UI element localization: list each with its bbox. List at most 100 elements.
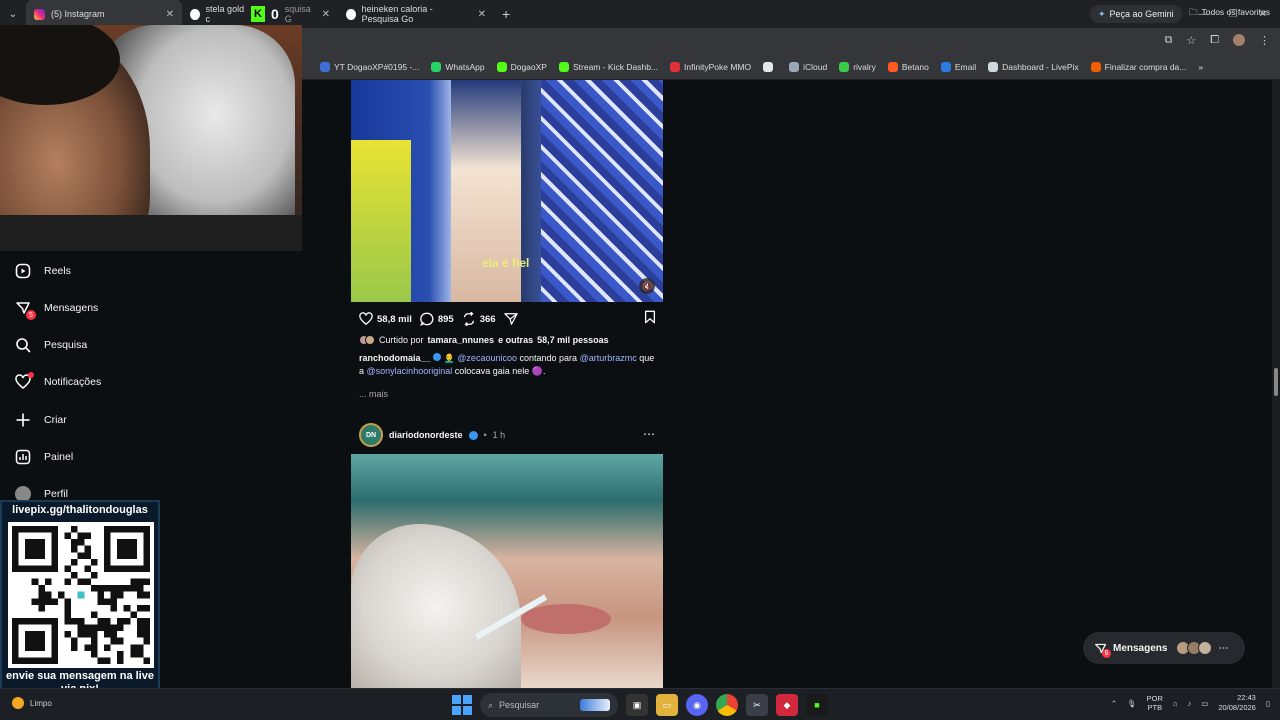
bookmark-item[interactable]: DogaoXP <box>496 61 547 72</box>
kick-app-icon[interactable]: ■ <box>806 694 828 716</box>
post-time: 1 h <box>492 430 506 440</box>
liked-count-link[interactable]: 58,7 mil pessoas <box>537 335 609 345</box>
post-header: DN diariodonordeste • 1 h ⋯ <box>359 423 659 447</box>
bookmark-item[interactable]: Finalizar compra da... <box>1090 61 1186 72</box>
battery-icon[interactable]: ▭ <box>1201 699 1208 708</box>
like-button[interactable]: 58,8 mil <box>359 312 412 326</box>
sidebar-item-label: Mensagens <box>44 302 99 314</box>
sidebar-item-mensagens[interactable]: 5 Mensagens <box>14 299 99 320</box>
profile-avatar[interactable] <box>1233 34 1245 46</box>
bookmark-item[interactable]: YT DogaoXP#0195 -... <box>320 61 419 72</box>
post-video[interactable]: ela é fiel 🔇 <box>351 80 663 302</box>
all-bookmarks-label: Todos os favoritos <box>1201 7 1270 17</box>
clock[interactable]: 22:43 20/08/2026 <box>1218 693 1256 713</box>
post-image[interactable] <box>351 454 663 688</box>
gemini-icon: ✦ <box>1098 8 1106 19</box>
bookmark-item[interactable]: rivalry <box>839 61 876 72</box>
system-tray: ⌃ 🎙 POR PTB ⌂ ♪ ▭ 22:43 20/08/2026 ▯ <box>1111 693 1270 713</box>
post-author-link[interactable]: ranchodomaia__ <box>359 353 431 363</box>
bookmark-favicon-icon <box>558 61 569 72</box>
liked-user-link[interactable]: tamara_nnunes <box>428 335 495 345</box>
menu-icon[interactable]: ⋮ <box>1259 34 1270 47</box>
bookmark-item[interactable]: Betano <box>887 61 929 72</box>
close-icon[interactable]: ✕ <box>166 9 174 20</box>
extensions-icon[interactable]: ⧠ <box>1210 34 1219 47</box>
network-icon[interactable]: ⌂ <box>1173 699 1178 708</box>
file-explorer-icon[interactable]: ▭ <box>656 694 678 716</box>
tab-search-button[interactable]: ⌄ <box>0 0 26 28</box>
sidebar-item-notificacoes[interactable]: Notificações <box>14 372 101 391</box>
more-link[interactable]: ... mais <box>359 389 388 399</box>
bookmark-item[interactable] <box>763 61 777 72</box>
kick-overlay-icon: K <box>251 6 265 22</box>
image-lips <box>521 604 611 634</box>
bookmark-favicon-icon <box>887 61 898 72</box>
tab-label: (5) Instagram <box>51 9 105 19</box>
discord-icon[interactable]: ◉ <box>686 694 708 716</box>
like-count: 58,8 mil <box>377 313 412 325</box>
weather-widget[interactable]: Limpo <box>12 697 52 709</box>
language-indicator[interactable]: POR PTB <box>1147 694 1163 712</box>
bookmark-item[interactable]: InfinityPoke MMO <box>670 61 751 72</box>
tab-heineken[interactable]: heineken caloria - Pesquisa Go ✕ <box>338 0 494 28</box>
volume-icon[interactable]: ♪ <box>1187 699 1191 708</box>
sidebar-item-label: Painel <box>44 451 74 463</box>
sidebar-item-painel[interactable]: Painel <box>14 448 73 466</box>
sidebar-item-label: Criar <box>44 414 67 426</box>
gemini-label: Peça ao Gemini <box>1109 9 1174 19</box>
bookmark-item[interactable]: Email <box>940 61 976 72</box>
mute-icon[interactable]: 🔇 <box>639 278 655 294</box>
bookmark-item[interactable]: WhatsApp <box>431 61 485 72</box>
bookmark-item[interactable]: Stream - Kick Dashb... <box>558 61 658 72</box>
all-bookmarks[interactable]: 🗀 Todos os favoritos <box>1189 7 1270 21</box>
notification-badge: 5 <box>1102 649 1111 658</box>
sidebar-item-reels[interactable]: Reels <box>14 262 71 280</box>
caption-text: a <box>359 366 365 376</box>
caption-text: contando para <box>519 353 578 363</box>
bookmark-item[interactable]: iCloud <box>789 61 827 72</box>
gemini-button[interactable]: ✦ Peça ao Gemini <box>1090 5 1182 23</box>
scrollbar[interactable] <box>1272 80 1280 688</box>
mention-link[interactable]: @arturbrazmc <box>580 353 637 363</box>
share-button[interactable] <box>503 312 518 326</box>
tab-instagram[interactable]: (5) Instagram ✕ <box>26 0 182 28</box>
tab-stela-gold[interactable]: stela gold c K 0 squisa G ✕ <box>182 0 338 28</box>
bookmark-item[interactable]: Dashboard - LivePix <box>988 61 1079 72</box>
author-avatar[interactable]: DN <box>359 423 383 447</box>
comment-icon <box>419 312 434 326</box>
search-icon <box>14 336 32 354</box>
microphone-icon[interactable]: 🎙 <box>1127 699 1137 708</box>
screen: ⌄ (5) Instagram ✕ stela gold c K 0 squis… <box>0 0 1280 720</box>
notification-center-icon[interactable]: ▯ <box>1266 699 1270 708</box>
close-icon[interactable]: ✕ <box>478 9 486 20</box>
chrome-icon[interactable] <box>716 694 738 716</box>
floating-messages-button[interactable]: 5 Mensagens ⋯ <box>1083 632 1245 664</box>
post-author-link[interactable]: diariodonordeste <box>389 430 463 440</box>
task-view-icon[interactable]: ▣ <box>626 694 648 716</box>
bookmarks-overflow-button[interactable]: » <box>1198 62 1203 72</box>
sidebar-item-pesquisa[interactable]: Pesquisa <box>14 336 87 354</box>
comment-button[interactable]: 895 <box>419 312 454 326</box>
repost-button[interactable]: 366 <box>462 312 496 326</box>
tab-label-partial: squisa G <box>284 4 311 24</box>
mention-link[interactable]: @sonylacinhooriginal <box>367 366 453 376</box>
caption-text: que <box>639 353 655 363</box>
heart-icon <box>14 372 34 391</box>
mention-link[interactable]: @zecaounicoo <box>457 353 517 363</box>
star-icon[interactable]: ☆ <box>1186 34 1196 47</box>
taskbar-search[interactable]: ⌕ Pesquisar <box>480 693 618 717</box>
tray-chevron-icon[interactable]: ⌃ <box>1111 699 1117 708</box>
post-caption: ranchodomaia__ 👨‍🦲 @zecaounicoo contando… <box>359 352 659 378</box>
cast-icon[interactable]: ⧉ <box>1164 34 1172 47</box>
new-tab-button[interactable]: + <box>494 6 518 22</box>
sidebar-item-criar[interactable]: Criar <box>14 411 67 429</box>
more-options-icon[interactable]: ⋯ <box>643 427 655 441</box>
clock-time: 22:43 <box>1237 693 1256 702</box>
streamer-shirt <box>0 215 302 251</box>
save-button[interactable] <box>643 310 657 324</box>
obs-red-app-icon[interactable]: ◆ <box>776 694 798 716</box>
windows-start-icon[interactable] <box>452 695 472 715</box>
close-icon[interactable]: ✕ <box>322 9 330 20</box>
scrollbar-thumb[interactable] <box>1274 368 1278 396</box>
snipping-tool-icon[interactable]: ✂ <box>746 694 768 716</box>
